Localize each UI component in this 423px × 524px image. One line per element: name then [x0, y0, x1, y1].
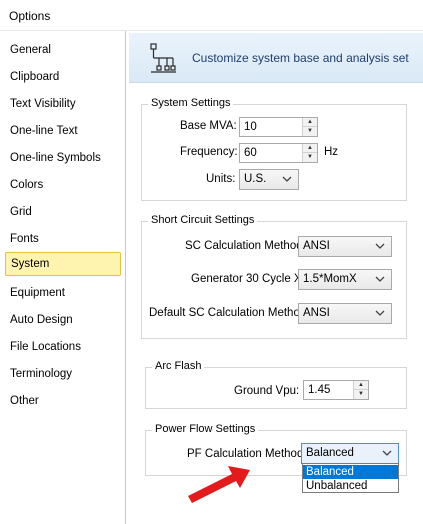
dropdown-option-unbalanced[interactable]: Unbalanced: [303, 479, 398, 493]
red-arrow-icon: [188, 466, 250, 503]
spin-up-icon[interactable]: ▲: [303, 118, 317, 127]
group-legend: Arc Flash: [152, 360, 205, 372]
spinner-arrows: ▲ ▼: [302, 118, 317, 136]
nav-item-file-locations[interactable]: File Locations: [5, 336, 121, 360]
chevron-down-icon: [375, 310, 385, 316]
system-settings-group: System Settings Base MVA: 10 ▲ ▼ Frequen…: [141, 97, 407, 201]
window-title: Options: [9, 9, 51, 23]
nav-item-equipment[interactable]: Equipment: [5, 282, 121, 306]
group-legend: Power Flow Settings: [152, 423, 259, 435]
sc-method-value: ANSI: [303, 240, 330, 252]
nav-item-grid[interactable]: Grid: [5, 201, 121, 225]
units-value: U.S.: [244, 173, 267, 185]
spinner-arrows: ▲ ▼: [353, 381, 368, 399]
ground-vpu-value: 1.45: [308, 384, 331, 396]
nav-item-clipboard[interactable]: Clipboard: [5, 66, 121, 90]
spin-up-icon[interactable]: ▲: [354, 381, 368, 390]
base-mva-value: 10: [244, 121, 257, 133]
short-circuit-group: Short Circuit Settings SC Calculation Me…: [141, 214, 407, 339]
default-sc-select[interactable]: ANSI: [298, 303, 392, 324]
arc-flash-group: Arc Flash Ground Vpu: 1.45 ▲ ▼: [145, 360, 407, 409]
gen30-select[interactable]: 1.5*MomX: [298, 269, 392, 290]
spin-up-icon[interactable]: ▲: [303, 144, 317, 153]
nav-item-system[interactable]: System: [5, 252, 121, 276]
base-mva-label: Base MVA:: [180, 120, 237, 132]
pf-method-dropdown: Balanced Unbalanced: [302, 463, 399, 493]
gen30-value: 1.5*MomX: [303, 273, 357, 285]
group-legend: System Settings: [148, 97, 234, 109]
pf-method-label: PF Calculation Method:: [187, 448, 307, 460]
chevron-down-icon: [375, 243, 385, 249]
sc-method-label: SC Calculation Method:: [185, 240, 306, 252]
nav-item-general[interactable]: General: [5, 39, 121, 63]
ground-vpu-spinner[interactable]: 1.45 ▲ ▼: [303, 380, 369, 400]
default-sc-label: Default SC Calculation Method:: [149, 307, 310, 319]
group-legend: Short Circuit Settings: [148, 214, 258, 226]
units-label: Units:: [206, 173, 236, 185]
frequency-label: Frequency:: [180, 146, 238, 158]
chevron-down-icon: [382, 450, 392, 456]
frequency-value: 60: [244, 147, 257, 159]
title-bar: Options: [0, 0, 423, 31]
units-select[interactable]: U.S.: [239, 169, 299, 190]
pf-method-value: Balanced: [306, 447, 354, 459]
chevron-down-icon: [282, 176, 292, 182]
banner-text: Customize system base and analysis set: [192, 51, 409, 65]
nav-item-colors[interactable]: Colors: [5, 174, 121, 198]
spin-down-icon[interactable]: ▼: [354, 390, 368, 399]
default-sc-value: ANSI: [303, 307, 330, 319]
nav-item-text-visibility[interactable]: Text Visibility: [5, 93, 121, 117]
nav-item-auto-design[interactable]: Auto Design: [5, 309, 121, 333]
nav-item-one-line-text[interactable]: One-line Text: [5, 120, 121, 144]
options-nav: General Clipboard Text Visibility One-li…: [0, 31, 126, 524]
gen30-label: Generator 30 Cycle X:: [191, 273, 305, 285]
dropdown-option-balanced[interactable]: Balanced: [303, 465, 398, 479]
nav-item-terminology[interactable]: Terminology: [5, 363, 121, 387]
spinner-arrows: ▲ ▼: [302, 144, 317, 162]
panel-banner: Customize system base and analysis set: [129, 33, 423, 83]
network-tree-icon: [150, 43, 176, 73]
spin-down-icon[interactable]: ▼: [303, 153, 317, 162]
nav-item-one-line-symbols[interactable]: One-line Symbols: [5, 147, 121, 171]
nav-item-fonts[interactable]: Fonts: [5, 228, 121, 252]
chevron-down-icon: [375, 276, 385, 282]
nav-item-other[interactable]: Other: [5, 390, 121, 414]
base-mva-spinner[interactable]: 10 ▲ ▼: [239, 117, 318, 137]
spin-down-icon[interactable]: ▼: [303, 127, 317, 136]
pf-method-select[interactable]: Balanced: [301, 443, 399, 464]
frequency-spinner[interactable]: 60 ▲ ▼: [239, 143, 318, 163]
sc-method-select[interactable]: ANSI: [298, 236, 392, 257]
ground-vpu-label: Ground Vpu:: [234, 385, 300, 397]
frequency-unit: Hz: [324, 146, 339, 158]
